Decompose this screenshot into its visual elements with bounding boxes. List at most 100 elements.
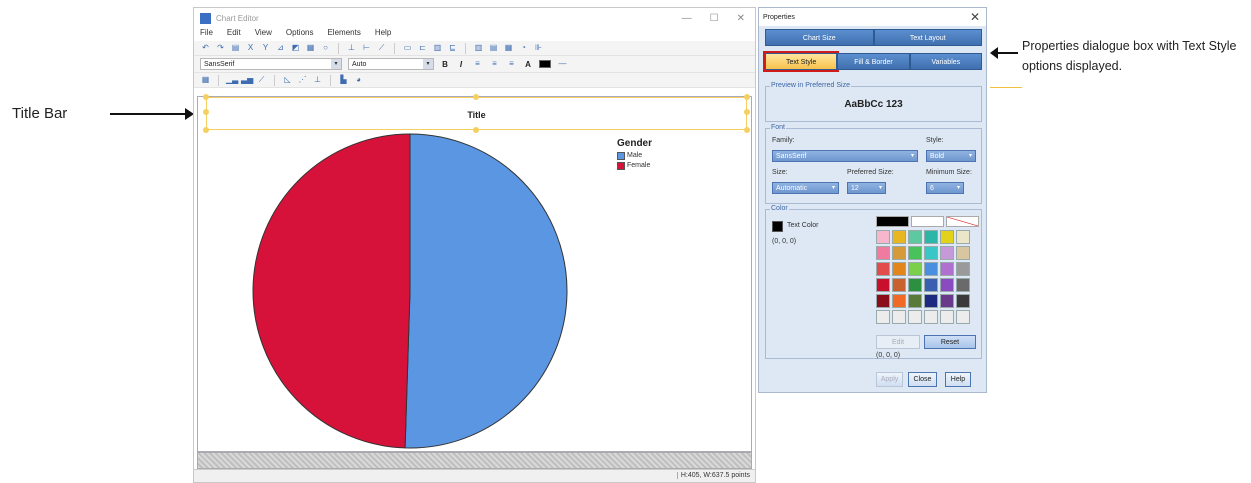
menu-options[interactable]: Options <box>286 28 314 41</box>
footnote-icon[interactable]: ⊑ <box>447 43 458 53</box>
chart-title[interactable]: Title <box>207 110 746 120</box>
close-button[interactable]: ✕ <box>737 13 745 24</box>
palette-swatch[interactable] <box>876 230 890 244</box>
x-axis-icon[interactable]: X <box>245 43 256 53</box>
pie-chart-icon[interactable]: ◕ <box>353 75 364 85</box>
help-button[interactable]: Help <box>945 372 971 387</box>
palette-swatch[interactable] <box>940 310 954 324</box>
bold-button[interactable]: B <box>440 60 450 69</box>
palette-swatch[interactable] <box>956 294 970 308</box>
palette-swatch[interactable] <box>940 246 954 260</box>
italic-button[interactable]: I <box>456 60 466 69</box>
align-center-icon[interactable]: ≡ <box>489 59 500 69</box>
stacked-bar-icon[interactable]: ▃▅ <box>241 75 253 85</box>
textbox-icon[interactable]: ▥ <box>432 43 443 53</box>
close-icon[interactable]: ✕ <box>970 10 980 24</box>
lasso-icon[interactable]: ○ <box>320 43 331 53</box>
reset-button[interactable]: Reset <box>924 335 976 349</box>
preferred-size-select[interactable]: 12 ▾ <box>847 182 886 194</box>
palette-swatch[interactable] <box>876 294 890 308</box>
palette-swatch[interactable] <box>924 230 938 244</box>
grid-icon[interactable]: ▦ <box>503 43 514 53</box>
family-select[interactable]: SansSerif ▾ <box>772 150 918 162</box>
palette-swatch[interactable] <box>956 230 970 244</box>
palette-swatch[interactable] <box>956 262 970 276</box>
tab-chart-size[interactable]: Chart Size <box>765 29 874 46</box>
line-chart-icon[interactable]: ⟋ <box>256 75 267 85</box>
palette-swatch[interactable] <box>924 310 938 324</box>
palette-swatch[interactable] <box>876 246 890 260</box>
horizontal-scrollbar[interactable] <box>197 452 752 469</box>
chart-canvas[interactable]: Title Gender Male Female <box>197 94 752 452</box>
tab-fill-border[interactable]: Fill & Border <box>837 53 910 70</box>
palette-swatch[interactable] <box>876 216 909 227</box>
redo-icon[interactable]: ↷ <box>215 43 226 53</box>
palette-swatch[interactable] <box>940 278 954 292</box>
scale-2-icon[interactable]: ◩ <box>290 43 301 53</box>
palette-swatch[interactable] <box>876 278 890 292</box>
palette-swatch[interactable] <box>940 262 954 276</box>
palette-swatch[interactable] <box>876 310 890 324</box>
bar-chart-icon[interactable]: ▁▃ <box>226 75 238 85</box>
palette-swatch[interactable] <box>924 278 938 292</box>
undo-icon[interactable]: ↶ <box>200 43 211 53</box>
palette-swatch[interactable] <box>908 230 922 244</box>
palette-swatch[interactable] <box>908 294 922 308</box>
legend[interactable]: Gender Male Female <box>617 138 652 171</box>
resize-handle[interactable] <box>744 127 750 133</box>
menu-help[interactable]: Help <box>375 28 391 41</box>
interpolation-icon[interactable]: ⟋ <box>376 43 387 53</box>
align-left-icon[interactable]: ≡ <box>472 59 483 69</box>
palette-swatch[interactable] <box>892 246 906 260</box>
legend-item-male[interactable]: Male <box>617 151 652 161</box>
palette-swatch[interactable] <box>876 262 890 276</box>
palette-swatch[interactable] <box>892 310 906 324</box>
menu-file[interactable]: File <box>200 28 213 41</box>
scatter-icon[interactable]: ⋰ <box>297 75 308 85</box>
palette-swatch[interactable] <box>908 246 922 260</box>
explode-slice-icon[interactable]: ◔ <box>518 43 529 53</box>
tab-text-style[interactable]: Text Style <box>762 51 840 72</box>
palette-swatch[interactable] <box>956 246 970 260</box>
properties-icon[interactable]: ▤ <box>230 43 241 53</box>
fill-color-swatch[interactable] <box>539 60 551 68</box>
pie-slice-female[interactable] <box>252 133 411 449</box>
palette-swatch[interactable] <box>956 278 970 292</box>
close-button[interactable]: Close <box>908 372 937 387</box>
pie-chart[interactable] <box>251 132 569 450</box>
histogram-icon[interactable]: ▙ <box>338 75 349 85</box>
align-right-icon[interactable]: ≡ <box>506 59 517 69</box>
minimize-button[interactable]: — <box>682 13 692 24</box>
pie-slice-male[interactable] <box>404 133 568 449</box>
palette-swatch[interactable] <box>924 246 938 260</box>
annotation-icon[interactable]: ⊏ <box>417 43 428 53</box>
minimum-size-select[interactable]: 6 ▾ <box>926 182 964 194</box>
font-family-select[interactable]: SansSerif ▾ <box>200 58 342 70</box>
scale-icon[interactable]: ⊿ <box>275 43 286 53</box>
palette-swatch[interactable] <box>892 230 906 244</box>
title-icon[interactable]: ▭ <box>402 43 413 53</box>
palette-swatch[interactable] <box>892 278 906 292</box>
table-icon[interactable]: ▦ <box>200 75 211 85</box>
palette-swatch[interactable] <box>940 230 954 244</box>
style-select[interactable]: Bold ▾ <box>926 150 976 162</box>
line-style-icon[interactable]: — <box>557 59 568 69</box>
tab-variables[interactable]: Variables <box>909 53 982 70</box>
drop-line-icon[interactable]: ⊥ <box>312 75 323 85</box>
fill-icon[interactable]: ▦ <box>305 43 316 53</box>
palette-swatch[interactable] <box>908 310 922 324</box>
size-select[interactable]: Automatic ▾ <box>772 182 839 194</box>
edit-color-button[interactable]: Edit <box>876 335 920 349</box>
legend-item-female[interactable]: Female <box>617 161 652 171</box>
palette-swatch[interactable] <box>911 216 944 227</box>
area-chart-icon[interactable]: ◺ <box>282 75 293 85</box>
apply-button[interactable]: Apply <box>876 372 903 387</box>
legend-icon[interactable]: ▤ <box>488 43 499 53</box>
palette-swatch[interactable] <box>924 262 938 276</box>
menu-elements[interactable]: Elements <box>327 28 360 41</box>
tab-text-layout[interactable]: Text Layout <box>873 29 982 46</box>
palette-swatch[interactable] <box>892 294 906 308</box>
resize-handle[interactable] <box>744 94 750 100</box>
palette-swatch[interactable] <box>940 294 954 308</box>
font-size-select[interactable]: Auto ▾ <box>348 58 434 70</box>
